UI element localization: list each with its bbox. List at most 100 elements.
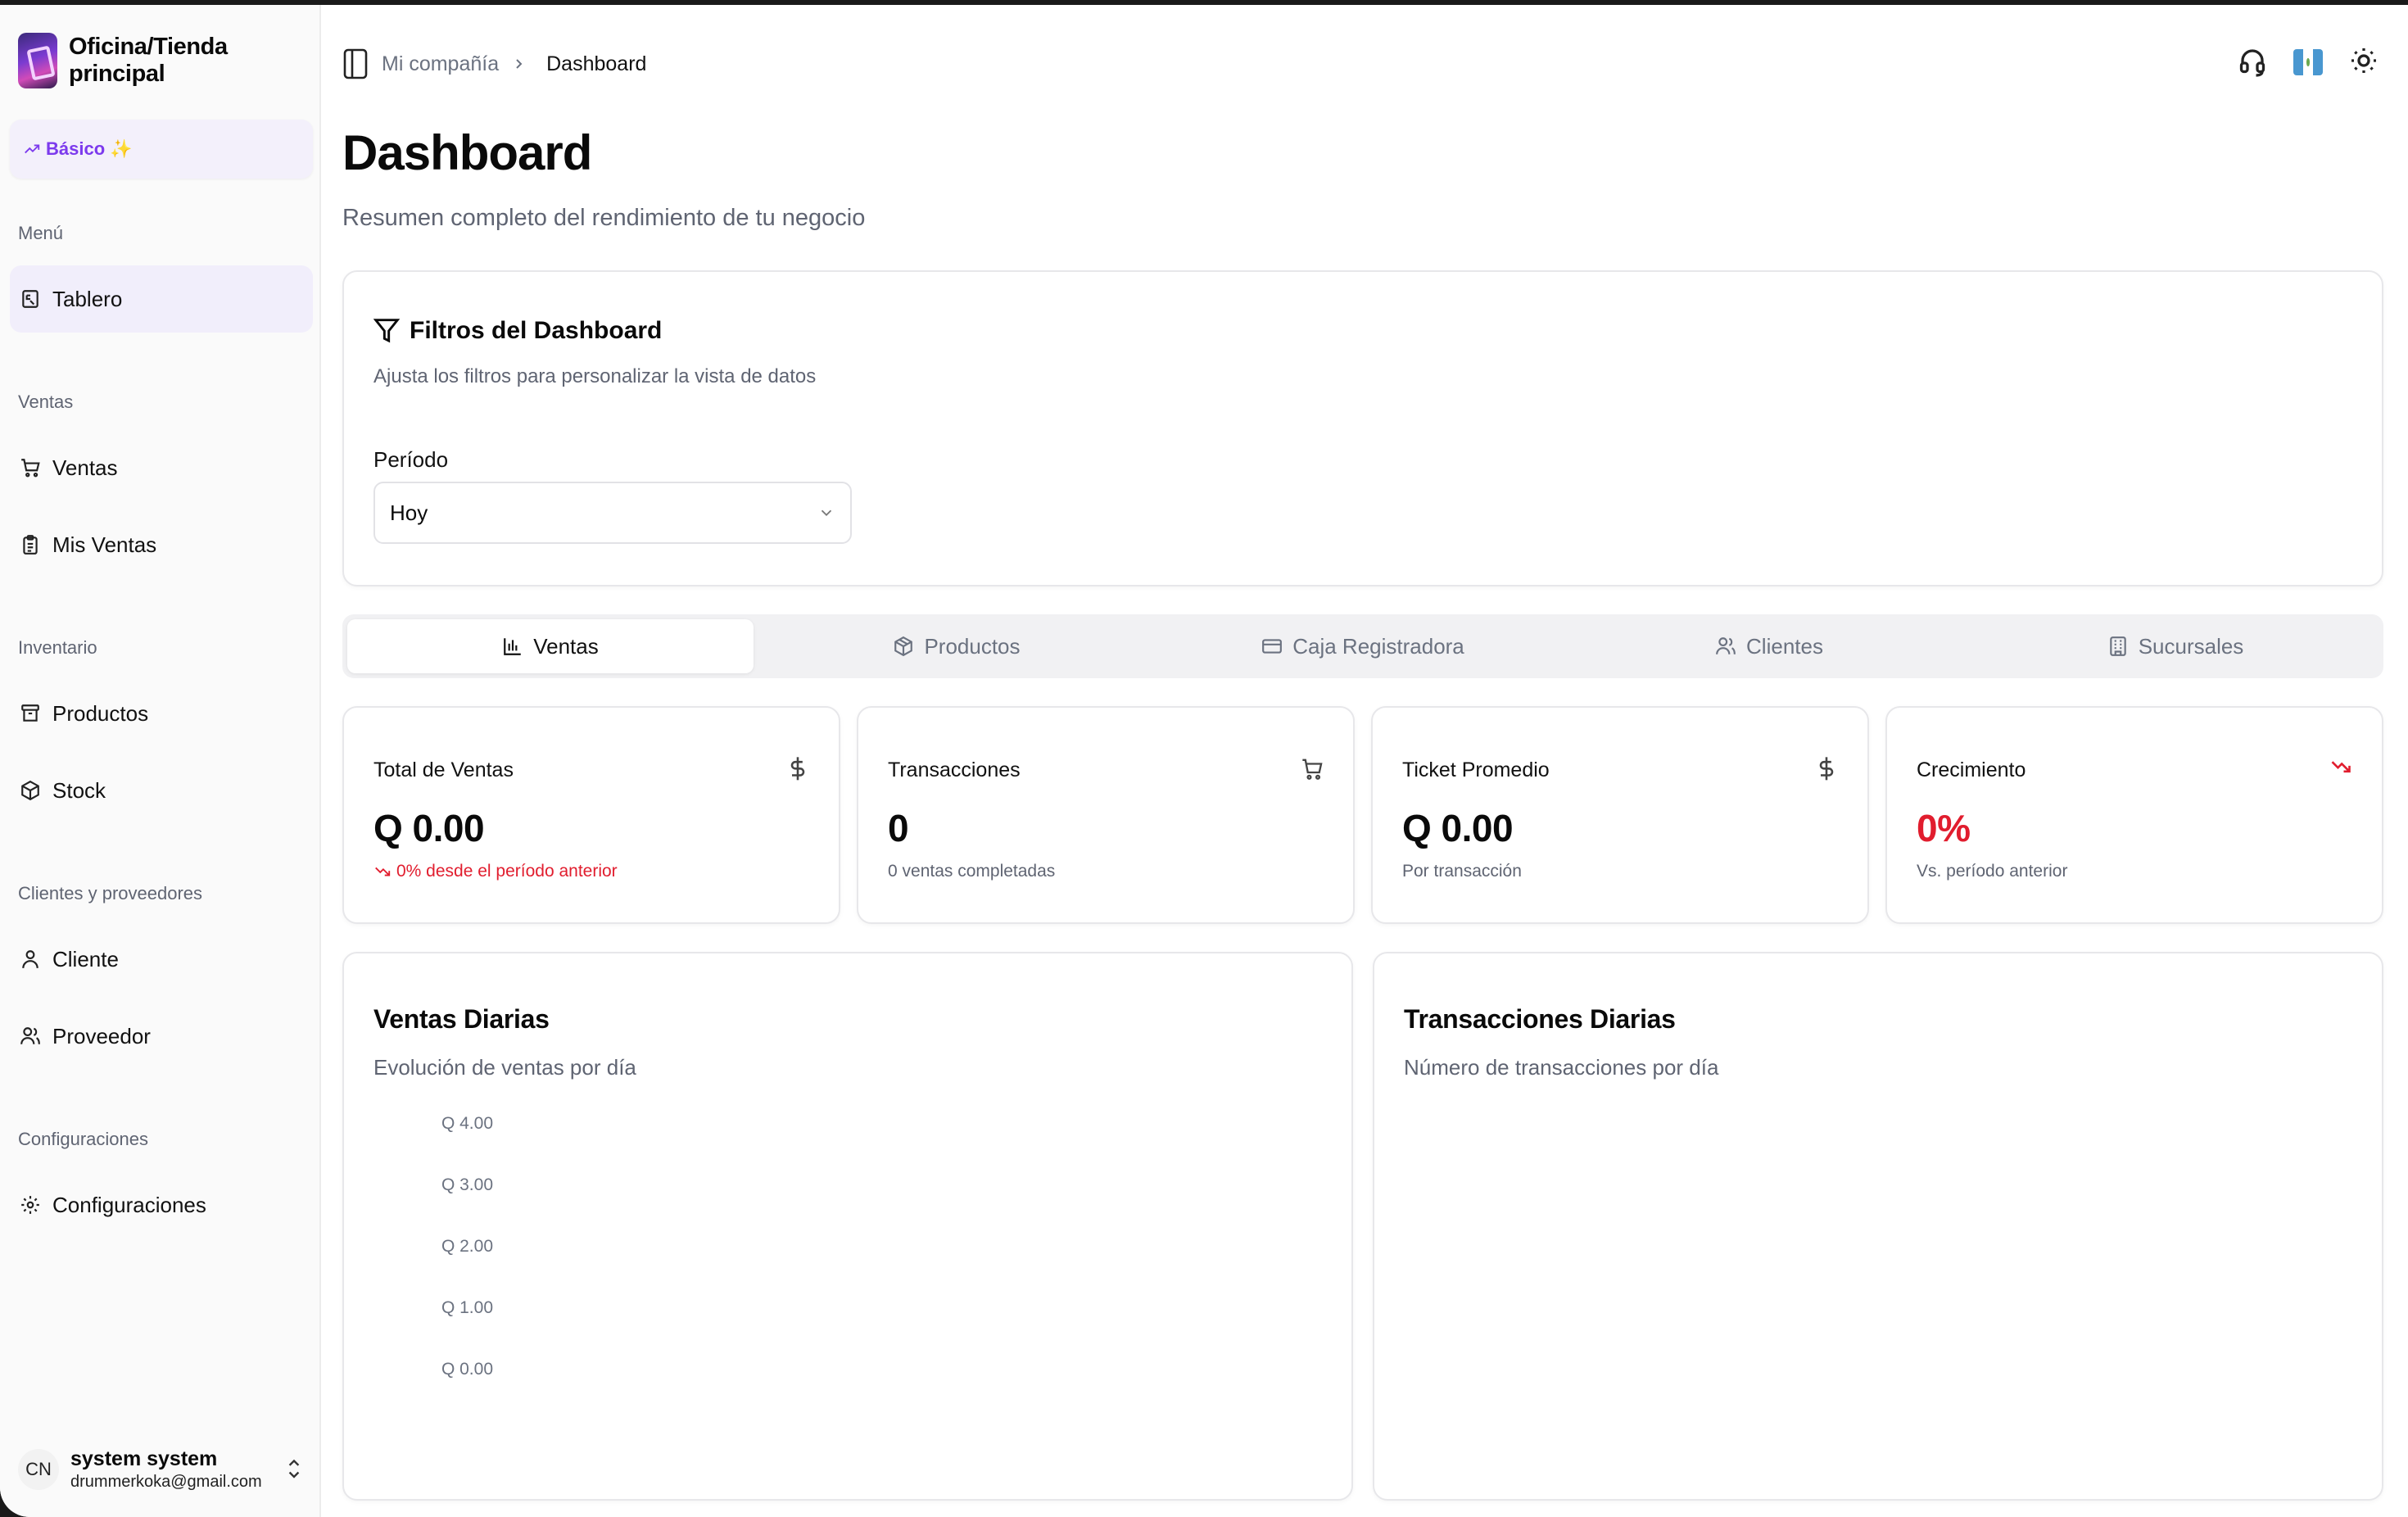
stat-label: Crecimiento bbox=[1917, 758, 2026, 781]
filter-icon bbox=[373, 316, 400, 346]
avatar: CN bbox=[18, 1449, 59, 1490]
filters-title-text: Filtros del Dashboard bbox=[410, 317, 663, 344]
archive-icon bbox=[20, 703, 41, 724]
chevron-down-icon bbox=[817, 504, 835, 522]
stat-value: 0% bbox=[1917, 807, 1971, 849]
stat-card-transacciones: Transacciones 0 0 ventas completadas bbox=[857, 706, 1355, 924]
app-window: Oficina/Tienda principal Básico ✨ Menú T… bbox=[0, 5, 2408, 1517]
stat-value: Q 0.00 bbox=[373, 807, 485, 849]
breadcrumb-company[interactable]: Mi compañía bbox=[382, 52, 499, 76]
sidebar-item-productos[interactable]: Productos bbox=[10, 680, 313, 747]
stat-card-crecimiento: Crecimiento 0% Vs. período anterior bbox=[1885, 706, 2383, 924]
header-breadcrumb-bar: Mi compañía Dashboard bbox=[342, 48, 646, 80]
sidebar-item-label: Ventas bbox=[52, 455, 118, 480]
sidebar: Oficina/Tienda principal Básico ✨ Menú T… bbox=[0, 5, 321, 1517]
bar-chart-icon bbox=[502, 636, 523, 657]
page-subtitle: Resumen completo del rendimiento de tu n… bbox=[342, 205, 866, 231]
tab-label: Productos bbox=[924, 633, 1021, 659]
chart-title: Ventas Diarias bbox=[373, 1004, 550, 1034]
filters-subtitle: Ajusta los filtros para personalizar la … bbox=[373, 365, 817, 387]
plan-badge[interactable]: Básico ✨ bbox=[10, 120, 313, 179]
sidebar-item-proveedor[interactable]: Proveedor bbox=[10, 1003, 313, 1070]
chart-card-transacciones-diarias: Transacciones Diarias Número de transacc… bbox=[1373, 952, 2383, 1501]
sidebar-item-label: Tablero bbox=[52, 286, 123, 311]
tab-caja-registradora[interactable]: Caja Registradora bbox=[1160, 619, 1566, 673]
trending-up-icon bbox=[23, 140, 41, 158]
user-menu[interactable]: CN system system drummerkoka@gmail.com bbox=[18, 1437, 305, 1502]
section-label-configuraciones: Configuraciones bbox=[18, 1129, 148, 1149]
box-icon bbox=[20, 780, 41, 801]
sidebar-item-label: Productos bbox=[52, 700, 149, 726]
tab-clientes[interactable]: Clientes bbox=[1566, 619, 1972, 673]
stat-card-ticket-promedio: Ticket Promedio Q 0.00 Por transacción bbox=[1371, 706, 1869, 924]
sidebar-item-mis-ventas[interactable]: Mis Ventas bbox=[10, 511, 313, 578]
building-icon bbox=[2107, 636, 2129, 657]
tab-label: Clientes bbox=[1746, 633, 1823, 659]
cart-icon bbox=[20, 457, 41, 478]
section-label-menu: Menú bbox=[18, 223, 64, 243]
y-tick: Q 4.00 bbox=[441, 1114, 493, 1133]
filters-title: Filtros del Dashboard bbox=[373, 316, 662, 346]
y-tick: Q 0.00 bbox=[441, 1360, 493, 1379]
package-icon bbox=[893, 636, 914, 657]
stat-label: Ticket Promedio bbox=[1402, 758, 1550, 781]
filters-card: Filtros del Dashboard Ajusta los filtros… bbox=[342, 270, 2383, 586]
trend-down-icon bbox=[373, 863, 392, 881]
stat-note: Vs. período anterior bbox=[1917, 862, 2068, 881]
trend-down-icon bbox=[2329, 755, 2352, 783]
tab-label: Ventas bbox=[533, 633, 599, 659]
stat-card-total-ventas: Total de Ventas Q 0.00 0% desde el perío… bbox=[342, 706, 840, 924]
y-tick: Q 3.00 bbox=[441, 1175, 493, 1194]
user-name: system system bbox=[70, 1447, 218, 1470]
stat-note: 0 ventas completadas bbox=[888, 862, 1056, 881]
stat-note: Por transacción bbox=[1402, 862, 1522, 881]
section-label-inventario: Inventario bbox=[18, 637, 97, 658]
user-email: drummerkoka@gmail.com bbox=[70, 1473, 262, 1491]
sun-icon[interactable] bbox=[2349, 46, 2379, 79]
sidebar-item-label: Mis Ventas bbox=[52, 532, 157, 557]
brand-logo bbox=[18, 33, 58, 88]
users-icon bbox=[20, 1026, 41, 1047]
period-label: Período bbox=[373, 447, 449, 472]
tab-productos[interactable]: Productos bbox=[754, 619, 1160, 673]
page-title: Dashboard bbox=[342, 125, 592, 180]
sidebar-item-label: Stock bbox=[52, 777, 106, 803]
period-select[interactable]: Hoy bbox=[373, 482, 852, 544]
period-select-value: Hoy bbox=[390, 500, 428, 525]
stat-value: 0 bbox=[888, 807, 909, 849]
chart-title: Transacciones Diarias bbox=[1404, 1004, 1676, 1034]
sidebar-item-ventas[interactable]: Ventas bbox=[10, 434, 313, 501]
sidebar-item-cliente[interactable]: Cliente bbox=[10, 926, 313, 993]
user-icon bbox=[20, 949, 41, 970]
guatemala-flag-icon[interactable] bbox=[2293, 49, 2323, 75]
sidebar-item-stock[interactable]: Stock bbox=[10, 757, 313, 824]
sidebar-item-label: Proveedor bbox=[52, 1023, 151, 1048]
sidebar-item-tablero[interactable]: Tablero bbox=[10, 265, 313, 333]
y-tick: Q 2.00 bbox=[441, 1237, 493, 1256]
tab-label: Sucursales bbox=[2138, 633, 2244, 659]
tab-label: Caja Registradora bbox=[1292, 633, 1464, 659]
cart-icon bbox=[1301, 755, 1324, 783]
stat-value: Q 0.00 bbox=[1402, 807, 1514, 849]
brand[interactable]: Oficina/Tienda principal bbox=[18, 33, 319, 88]
tab-ventas[interactable]: Ventas bbox=[347, 619, 754, 673]
y-tick: Q 1.00 bbox=[441, 1298, 493, 1317]
users-icon bbox=[1715, 636, 1736, 657]
sidebar-item-configuraciones[interactable]: Configuraciones bbox=[10, 1171, 313, 1239]
stat-note: 0% desde el período anterior bbox=[373, 862, 618, 881]
chart-subtitle: Evolución de ventas por día bbox=[373, 1055, 636, 1080]
dollar-icon bbox=[1815, 755, 1838, 783]
stat-label: Transacciones bbox=[888, 758, 1021, 781]
sidebar-item-label: Cliente bbox=[52, 946, 119, 971]
sidebar-toggle-icon[interactable] bbox=[342, 48, 369, 80]
chevrons-up-down-icon bbox=[283, 1456, 305, 1481]
header-actions bbox=[2238, 46, 2379, 79]
chart-card-ventas-diarias: Ventas Diarias Evolución de ventas por d… bbox=[342, 952, 1353, 1501]
sidebar-item-label: Configuraciones bbox=[52, 1192, 206, 1217]
brand-title: Oficina/Tienda principal bbox=[69, 34, 228, 87]
tab-sucursales[interactable]: Sucursales bbox=[1972, 619, 2379, 673]
dashboard-icon bbox=[20, 288, 41, 310]
headset-icon[interactable] bbox=[2238, 46, 2267, 79]
credit-card-icon bbox=[1261, 636, 1283, 657]
chevron-right-icon bbox=[512, 57, 525, 70]
